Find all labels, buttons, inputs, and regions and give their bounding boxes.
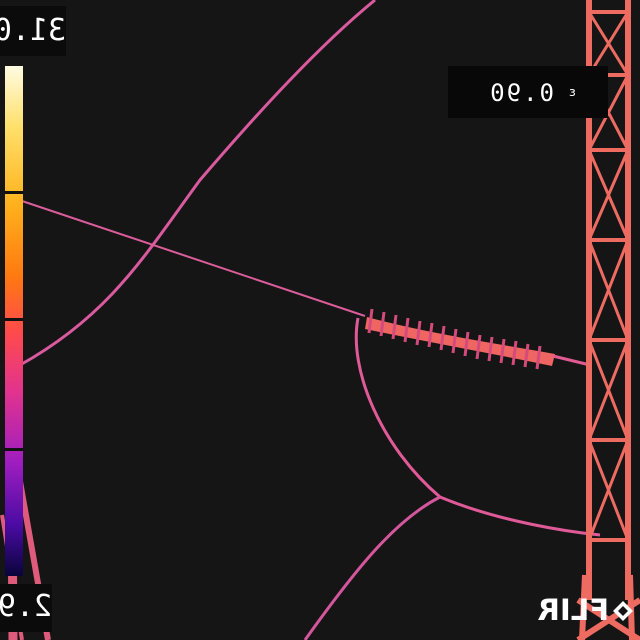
emissivity-value: 0.90 (488, 79, 554, 107)
emissivity-readout: ε 0.90 (448, 66, 608, 118)
emissivity-label: ε (568, 85, 576, 99)
temperature-color-scale (5, 66, 23, 576)
min-temperature-label: 2.9 (0, 584, 52, 632)
logo-text: FLIR (537, 593, 609, 627)
scale-tick-mark (4, 448, 24, 451)
scale-tick-mark (4, 191, 24, 194)
emissivity-readout-text: ε 0.90 (448, 66, 608, 118)
scale-tick-mark (4, 318, 24, 321)
max-temperature-label: 31.0 (0, 6, 66, 56)
flir-diamond-icon (613, 601, 633, 621)
thermal-camera-view: 31.0 2.9 ε 0.90 FLIR (0, 0, 640, 640)
flir-logo: FLIR (538, 590, 634, 630)
